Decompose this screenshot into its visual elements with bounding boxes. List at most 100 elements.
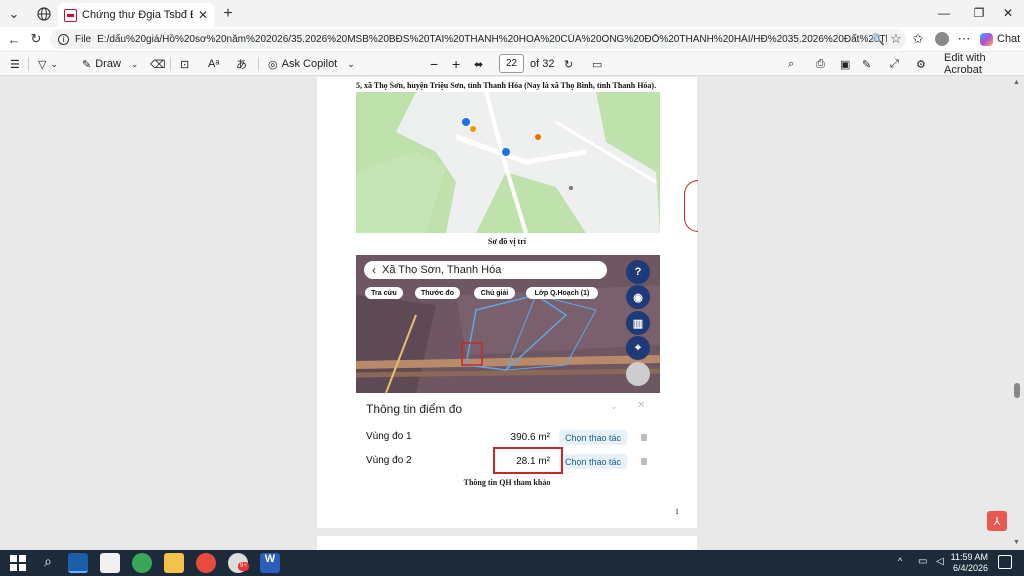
locate-icon[interactable]: ⌖ [626, 336, 650, 360]
new-tab-icon[interactable]: + [218, 4, 238, 24]
edge-icon[interactable] [68, 553, 88, 573]
ask-copilot-button[interactable]: ◎ Ask Copilot ⌄ [268, 55, 355, 73]
highlight-box [493, 447, 563, 474]
text-box-icon[interactable]: ⊡ [180, 55, 189, 73]
favorites-icon[interactable]: ✩ [908, 29, 928, 49]
active-tab[interactable]: Chứng thư Đgia Tsbđ Đỗ Thanh Hải ✕ [58, 3, 214, 27]
translate-icon[interactable]: あ [236, 55, 247, 73]
draw-button[interactable]: ✎ Draw ⌄ [82, 55, 138, 73]
read-aloud-icon[interactable]: A͏ᵃ [208, 55, 219, 73]
copilot-icon [980, 32, 993, 46]
back-arrow-icon[interactable]: ← [4, 29, 24, 49]
copilot-chat-button[interactable]: Chat [980, 30, 1020, 48]
help-button[interactable]: ? [626, 260, 650, 284]
page-number: 1 [675, 507, 679, 516]
pdf-page: 5, xã Thọ Sơn, huyện Triệu Sơn, tỉnh Tha… [317, 77, 697, 528]
location-map-image [356, 92, 660, 233]
zoom-in-icon[interactable]: + [452, 55, 460, 73]
page-view-icon[interactable]: ▭ [592, 55, 602, 73]
zoom-icon[interactable]: 🔍 [868, 29, 888, 49]
row-label: Vùng đo 2 [366, 455, 412, 466]
store-icon[interactable] [100, 553, 120, 573]
acrobat-icon[interactable]: ⅄ [987, 511, 1007, 531]
clock-date: 6/4/2026 [952, 563, 988, 573]
clock-time: 11:59 AM [950, 552, 988, 562]
highlight-icon[interactable]: ▽ ⌄ [38, 55, 58, 73]
windows-start-icon[interactable] [8, 553, 28, 573]
tab-list-chevron-icon[interactable]: ⌄ [4, 4, 24, 24]
action-button[interactable]: Chọn thao tác [559, 430, 627, 445]
vertical-scrollbar[interactable]: ▲ ▼ [1012, 77, 1022, 550]
url-field[interactable]: i File E:/dấu%20giá/Hồ%20sơ%20năm%202026… [50, 29, 906, 49]
restore-icon[interactable]: ❐ [965, 4, 993, 22]
settings-gear-icon[interactable]: ⚙ [916, 55, 926, 73]
tab-strip: ⌄ Chứng thư Đgia Tsbđ Đỗ Thanh Hải ✕ + —… [0, 0, 1024, 27]
chrome-icon[interactable] [196, 553, 216, 573]
address-text: 5, xã Thọ Sơn, huyện Triệu Sơn, tỉnh Tha… [356, 81, 657, 90]
trash-icon[interactable] [641, 458, 647, 465]
close-panel-icon[interactable]: ✕ [637, 400, 645, 411]
address-bar-row: ← ↻ i File E:/dấu%20giá/Hồ%20sơ%20năm%20… [0, 27, 1024, 51]
tab-title: Chứng thư Đgia Tsbđ Đỗ Thanh Hải [82, 9, 193, 21]
page-number-input[interactable]: 22 [499, 54, 524, 73]
search-icon[interactable]: ⌕ [788, 55, 794, 73]
refresh-icon[interactable]: ↻ [26, 29, 46, 49]
draw-label: Draw [95, 58, 121, 70]
windows-taskbar: ⌕ 9+ W ^ ▭ ◁ 11:59 AM 6/4/2026 [0, 550, 1024, 576]
eye-icon[interactable]: ◉ [626, 285, 650, 309]
close-window-icon[interactable]: ✕ [994, 4, 1022, 22]
chip-tra-cuu[interactable]: Tra cứu [365, 287, 403, 299]
planning-app-screenshot: ‹ Xã Thọ Sơn, Thanh Hóa Tra cứu Thước đo… [356, 255, 660, 393]
eraser-icon[interactable]: ⌫ [150, 55, 166, 73]
system-clock[interactable]: 11:59 AM 6/4/2026 [951, 552, 988, 574]
action-button[interactable]: Chọn thao tác [559, 454, 627, 469]
info-icon[interactable]: i [58, 33, 69, 45]
scrollbar-thumb[interactable] [1014, 383, 1020, 398]
zoom-out-icon[interactable]: − [430, 55, 438, 73]
volume-icon[interactable]: ◁ [936, 556, 944, 567]
tray-chevron-icon[interactable]: ^ [898, 556, 902, 566]
map-caption: Sơ đồ vị trí [488, 237, 526, 246]
url-text[interactable]: E:/dấu%20giá/Hồ%20sơ%20năm%202026/35.202… [97, 34, 887, 45]
barcode-icon[interactable]: ▥ [626, 311, 650, 335]
notification-center-icon[interactable] [998, 555, 1012, 569]
more-menu-icon[interactable]: ⋯ [954, 29, 974, 49]
globe-icon[interactable] [34, 4, 54, 24]
pdf-viewer[interactable]: 5, xã Thọ Sơn, huyện Triệu Sơn, tỉnh Tha… [0, 77, 1024, 550]
chip-chu-giai[interactable]: Chú giải [474, 287, 515, 299]
chip-thuoc-do[interactable]: Thước đo [415, 287, 460, 299]
favorite-star-icon[interactable]: ☆ [886, 29, 906, 49]
pdf-next-page [317, 536, 697, 550]
edit-with-acrobat-button[interactable]: Edit with Acrobat [944, 52, 1024, 76]
chat-label: Chat [997, 33, 1021, 45]
network-icon[interactable]: ▭ [918, 556, 927, 567]
save-as-icon[interactable]: ✎ [862, 55, 871, 73]
scroll-up-icon[interactable]: ▲ [1013, 79, 1020, 86]
app-icon[interactable] [132, 553, 152, 573]
word-icon[interactable]: W [260, 553, 280, 573]
search-taskbar-icon[interactable]: ⌕ [38, 553, 58, 573]
stamp-icon [684, 180, 698, 232]
print-icon[interactable]: ⎙ [816, 55, 825, 73]
scroll-down-icon[interactable]: ▼ [1013, 539, 1020, 546]
url-scheme-label: File [75, 33, 92, 45]
rotate-icon[interactable]: ↻ [564, 55, 573, 73]
trash-icon[interactable] [641, 434, 647, 441]
file-explorer-icon[interactable] [164, 553, 184, 573]
contents-icon[interactable]: ☰ [10, 55, 20, 73]
back-chevron-icon[interactable]: ‹ [372, 263, 376, 277]
pdf-toolbar: ☰ ▽ ⌄ ✎ Draw ⌄ ⌫ ⊡ A͏ᵃ あ ◎ Ask Copilot ⌄… [0, 52, 1024, 76]
fullscreen-icon[interactable]: ⤢ [890, 55, 899, 73]
chip-lop-qhoach[interactable]: Lớp Q.Hoạch (1) [526, 287, 598, 299]
save-icon[interactable]: ▣ [840, 55, 850, 73]
ask-copilot-label: Ask Copilot [281, 58, 338, 70]
minimize-icon[interactable]: — [930, 4, 958, 22]
fit-page-icon[interactable]: ⬌ [474, 55, 483, 73]
layer-thumbnail-icon[interactable] [626, 362, 650, 386]
close-tab-icon[interactable]: ✕ [198, 8, 208, 22]
help-icon: ? [634, 266, 642, 278]
profile-avatar[interactable] [932, 29, 952, 49]
app-search-bar[interactable]: ‹ Xã Thọ Sơn, Thanh Hóa [364, 261, 607, 279]
copilot-small-icon: ◎ [268, 58, 278, 71]
collapse-chevron-icon[interactable]: ⌄ [610, 401, 618, 412]
